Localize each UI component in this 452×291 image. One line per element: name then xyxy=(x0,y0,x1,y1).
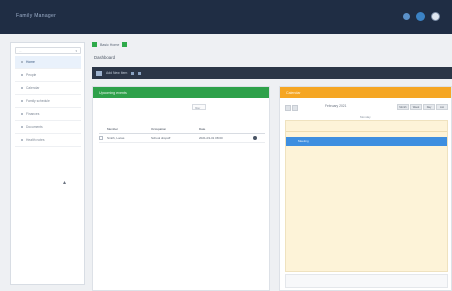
column-header-date[interactable]: Date xyxy=(199,127,253,131)
top-bar: Family Manager xyxy=(0,0,452,34)
events-panel: Upcoming events filter Member Occupation… xyxy=(92,86,270,291)
user-menu[interactable] xyxy=(431,12,440,21)
bullet-icon xyxy=(21,126,23,128)
sidebar-item-label: Home xyxy=(26,60,35,64)
bullet-icon xyxy=(21,100,23,102)
bullet-icon xyxy=(21,74,23,76)
column-header-member[interactable]: Member xyxy=(107,127,151,131)
sidebar-item-calendar[interactable]: Calendar xyxy=(15,82,81,95)
sidebar-item-label: Family schedule xyxy=(26,99,50,103)
main-content: Basic Home Dashboard Add New Item Upcomi… xyxy=(92,36,452,291)
all-day-row[interactable] xyxy=(286,121,447,132)
sidebar-search-placeholder: ... xyxy=(19,49,22,53)
page-title: Dashboard xyxy=(94,55,116,60)
sidebar-item-label: People xyxy=(26,73,37,77)
sidebar-item-home[interactable]: Home xyxy=(15,56,81,69)
table-header-row: Member Occupation Date xyxy=(99,125,265,134)
view-week-button[interactable]: Week xyxy=(410,104,422,110)
more-icon[interactable] xyxy=(253,135,257,140)
sidebar-item-people[interactable]: People xyxy=(15,69,81,82)
sidebar-list: Home People Calendar Family schedule Fin… xyxy=(15,56,81,147)
filter-input[interactable]: filter xyxy=(192,104,206,110)
table-row[interactable]: Smith, Lucas School dropoff 2021-03-31 0… xyxy=(99,134,265,143)
app-title: Family Manager xyxy=(16,13,57,19)
sidebar-item-label: Finances xyxy=(26,112,40,116)
breadcrumb-label[interactable]: Basic Home xyxy=(100,43,119,47)
notification-icon[interactable] xyxy=(403,13,410,20)
avatar[interactable] xyxy=(431,12,440,21)
home-icon xyxy=(92,42,97,47)
sidebar-item-health-notes[interactable]: Health notes xyxy=(15,134,81,147)
cell-member: Smith, Lucas xyxy=(107,136,125,140)
calendar-panel-header: Calendar xyxy=(280,87,451,98)
calendar-panel: Calendar February 2021 Month Week Day Li… xyxy=(279,86,452,291)
day-label: Monday xyxy=(360,115,371,119)
cell-occupation: School dropoff xyxy=(151,136,171,140)
checkbox[interactable] xyxy=(99,135,103,140)
view-switcher: Month Week Day List xyxy=(397,104,448,110)
calendar-title: February 2021 xyxy=(325,104,347,108)
breadcrumb: Basic Home xyxy=(92,42,128,47)
sidebar-item-label: Health notes xyxy=(26,138,45,142)
column-header-occupation[interactable]: Occupation xyxy=(151,127,199,131)
calendar-event[interactable]: Meeting xyxy=(286,137,447,146)
sidebar: ... ▾ Home People Calendar Family schedu… xyxy=(10,42,85,285)
filter-icon[interactable] xyxy=(131,71,135,75)
view-month-button[interactable]: Month xyxy=(397,104,409,110)
bullet-icon xyxy=(21,61,23,63)
calendar-footer xyxy=(285,274,448,288)
bullet-icon xyxy=(21,87,23,89)
add-icon[interactable] xyxy=(96,70,102,76)
top-actions xyxy=(403,12,440,21)
row-select[interactable] xyxy=(99,135,107,141)
prev-icon[interactable] xyxy=(285,104,291,111)
sidebar-item-documents[interactable]: Documents xyxy=(15,121,81,134)
next-icon[interactable] xyxy=(292,104,298,111)
row-actions[interactable] xyxy=(253,135,265,141)
action-toolbar: Add New Item xyxy=(92,67,452,79)
bookmark-icon xyxy=(122,42,128,47)
sidebar-item-finances[interactable]: Finances xyxy=(15,108,81,121)
sidebar-item-family-schedule[interactable]: Family schedule xyxy=(15,95,81,108)
bullet-icon xyxy=(21,113,23,115)
sidebar-item-label: Calendar xyxy=(26,86,40,90)
bullet-icon xyxy=(21,139,23,141)
cursor-icon: ▴ xyxy=(63,180,67,186)
calendar-grid[interactable]: Meeting xyxy=(285,120,448,272)
sidebar-search-input[interactable]: ... ▾ xyxy=(15,47,81,54)
calendar-toolbar: February 2021 Month Week Day List xyxy=(285,103,448,112)
sidebar-item-label: Documents xyxy=(26,125,43,129)
events-table: Member Occupation Date Smith, Lucas Scho… xyxy=(99,125,265,143)
view-day-button[interactable]: Day xyxy=(423,104,435,110)
chevron-down-icon: ▾ xyxy=(75,49,77,53)
cell-date: 2021-03-31 08:00 xyxy=(199,136,223,140)
settings-icon[interactable] xyxy=(416,12,425,21)
refresh-icon[interactable] xyxy=(138,71,142,75)
filter-placeholder: filter xyxy=(195,106,201,110)
view-list-button[interactable]: List xyxy=(436,104,448,110)
add-item-button[interactable]: Add New Item xyxy=(106,71,127,75)
events-panel-header: Upcoming events xyxy=(93,87,269,98)
